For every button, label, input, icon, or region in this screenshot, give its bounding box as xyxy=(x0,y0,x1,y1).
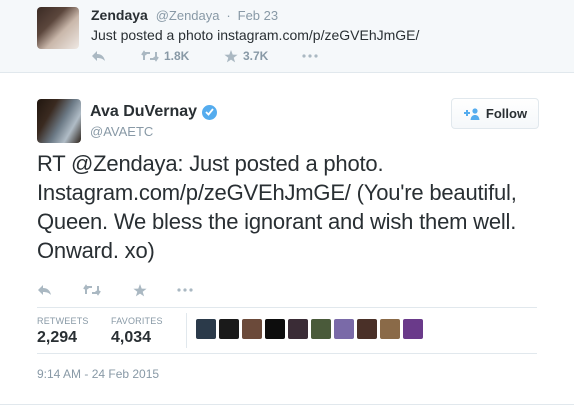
more-icon[interactable] xyxy=(302,48,318,64)
author-name[interactable]: Ava DuVernay xyxy=(90,103,197,121)
tweet-action-bar xyxy=(37,282,237,300)
favoriter-avatar[interactable] xyxy=(288,319,308,339)
favoriter-avatar[interactable] xyxy=(357,319,377,339)
favoriter-avatar[interactable] xyxy=(219,319,239,339)
star-icon xyxy=(224,49,238,62)
favorites-label: FAVORITES xyxy=(111,316,163,326)
reply-icon[interactable] xyxy=(37,282,52,298)
retweet-icon xyxy=(141,50,159,62)
parent-retweet-count: 1.8K xyxy=(164,49,190,63)
parent-separator: · xyxy=(226,8,231,23)
follow-label: Follow xyxy=(485,106,528,121)
reply-icon[interactable] xyxy=(91,48,106,64)
parent-favorite-count: 3.7K xyxy=(243,49,269,63)
parent-author-handle[interactable]: @Zendaya xyxy=(156,8,220,23)
star-icon[interactable] xyxy=(133,282,147,298)
add-user-icon xyxy=(463,107,480,120)
favoriter-avatar[interactable] xyxy=(311,319,331,339)
tweet-stats: RETWEETS 2,294 FAVORITES 4,034 xyxy=(37,307,537,354)
author-avatar[interactable] xyxy=(37,99,81,143)
author-handle[interactable]: @AVAETC xyxy=(90,124,153,139)
more-icon[interactable] xyxy=(177,282,193,298)
parent-tweet[interactable]: Zendaya @Zendaya · Feb 23 Just posted a … xyxy=(0,0,574,73)
favoriter-avatar[interactable] xyxy=(196,319,216,339)
favoriter-avatar[interactable] xyxy=(242,319,262,339)
retweets-stat[interactable]: RETWEETS 2,294 xyxy=(37,316,89,347)
follow-button[interactable]: Follow xyxy=(451,98,539,129)
tweet-timestamp[interactable]: 9:14 AM - 24 Feb 2015 xyxy=(37,367,159,381)
favoriter-avatar[interactable] xyxy=(380,319,400,339)
parent-retweet-button[interactable]: 1.8K xyxy=(141,48,189,64)
favoriter-avatar[interactable] xyxy=(403,319,423,339)
parent-author-name[interactable]: Zendaya xyxy=(91,7,148,23)
author-name-row[interactable]: Ava DuVernay xyxy=(90,103,218,121)
divider xyxy=(0,404,574,405)
retweets-label: RETWEETS xyxy=(37,316,89,326)
favoriter-avatar[interactable] xyxy=(265,319,285,339)
retweets-value: 2,294 xyxy=(37,329,78,346)
verified-badge-icon xyxy=(202,104,218,120)
favorites-value: 4,034 xyxy=(111,329,152,346)
tweet-text: RT @Zendaya: Just posted a photo. Instag… xyxy=(37,151,517,263)
favoriter-avatars xyxy=(196,319,426,341)
favoriter-avatar[interactable] xyxy=(334,319,354,339)
parent-favorite-button[interactable]: 3.7K xyxy=(224,48,268,64)
parent-timestamp[interactable]: Feb 23 xyxy=(238,8,278,23)
parent-tweet-text: Just posted a photo instagram.com/p/zeGV… xyxy=(91,27,420,43)
parent-avatar[interactable] xyxy=(37,7,79,49)
parent-header: Zendaya @Zendaya · Feb 23 xyxy=(91,7,278,23)
retweet-icon[interactable] xyxy=(83,282,101,298)
favorites-stat[interactable]: FAVORITES 4,034 xyxy=(111,316,163,347)
stats-divider xyxy=(186,313,187,348)
